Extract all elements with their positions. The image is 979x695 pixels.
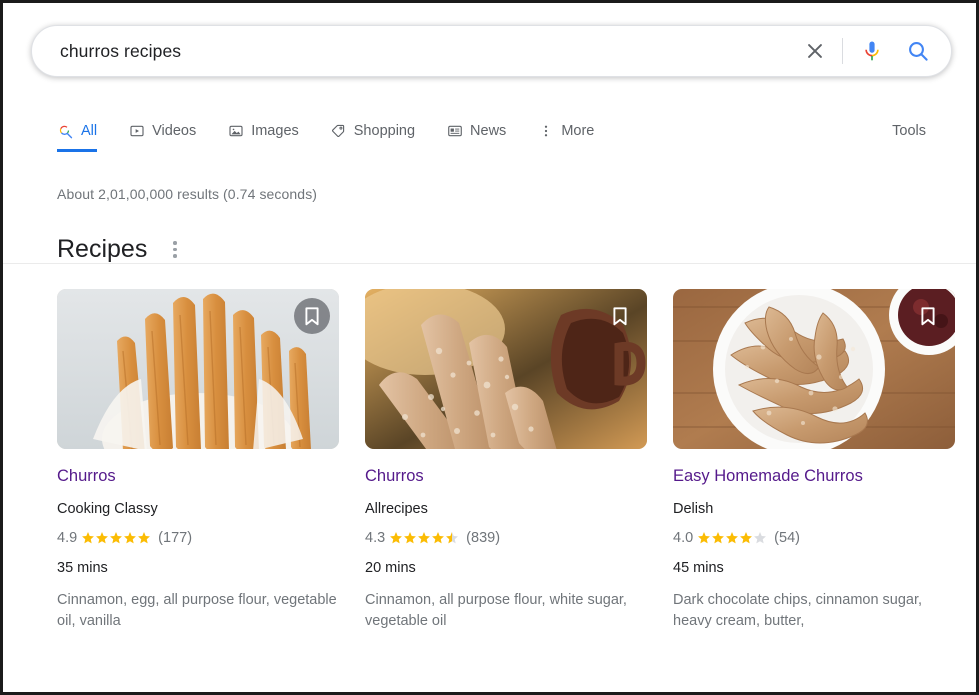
star-rating	[81, 531, 151, 545]
browser-screenshot-frame: churros recipes All Videos Images Shoppi…	[0, 0, 979, 695]
recipe-image[interactable]	[365, 289, 647, 449]
review-count: (839)	[466, 529, 501, 546]
recipe-source: Allrecipes	[365, 500, 428, 517]
tab-label: News	[470, 123, 507, 139]
rating-value: 4.9	[57, 529, 78, 546]
search-icon[interactable]	[905, 38, 931, 64]
recipe-ingredients: Cinnamon, all purpose flour, white sugar…	[365, 591, 627, 629]
tab-videos[interactable]: Videos	[128, 110, 196, 152]
recipe-ingredients: Dark chocolate chips, cinnamon sugar, he…	[673, 591, 923, 629]
recipe-title-link[interactable]: Easy Homemade Churros	[673, 466, 955, 487]
recipe-time: 35 mins	[57, 559, 108, 576]
recipe-title-link[interactable]: Churros	[57, 466, 339, 487]
tag-icon	[330, 123, 347, 140]
tab-news[interactable]: News	[446, 110, 506, 152]
google-search-results-page: churros recipes All Videos Images Shoppi…	[3, 3, 976, 692]
google-search-icon	[57, 123, 74, 140]
tools-button[interactable]: Tools	[892, 110, 926, 152]
newspaper-icon	[446, 123, 463, 140]
video-icon	[128, 123, 145, 140]
tab-active-underline	[57, 149, 98, 152]
recipe-time: 20 mins	[365, 559, 416, 576]
bookmark-icon[interactable]	[602, 298, 638, 334]
search-bar[interactable]: churros recipes	[31, 25, 952, 77]
tab-label: Images	[251, 123, 299, 139]
rating-value: 4.3	[365, 529, 386, 546]
recipe-rating: 4.9 (177)	[57, 530, 339, 546]
search-tabs: All Videos Images Shopping News More Too…	[3, 110, 976, 264]
recipes-section-header: Recipes	[57, 235, 181, 264]
tab-images[interactable]: Images	[227, 110, 299, 152]
rating-value: 4.0	[673, 529, 694, 546]
star-rating	[697, 531, 767, 545]
review-count: (177)	[158, 529, 193, 546]
tab-shopping[interactable]: Shopping	[330, 110, 415, 152]
recipe-time: 45 mins	[673, 559, 724, 576]
tab-label: Shopping	[353, 123, 416, 139]
kebab-menu-icon[interactable]	[169, 237, 181, 262]
recipe-cards-row: Churros Cooking Classy 4.9 (177) 35 mins…	[57, 289, 957, 631]
recipe-image[interactable]	[673, 289, 955, 449]
tab-label: Videos	[152, 123, 197, 139]
bookmark-icon[interactable]	[294, 298, 330, 334]
result-stats: About 2,01,00,000 results (0.74 seconds)	[57, 186, 318, 202]
recipe-rating: 4.0 (54)	[673, 530, 955, 546]
star-rating	[389, 531, 459, 545]
recipe-source: Cooking Classy	[57, 500, 158, 517]
image-icon	[227, 123, 244, 140]
microphone-icon[interactable]	[859, 38, 885, 64]
bookmark-icon[interactable]	[910, 298, 946, 334]
tab-label: More	[561, 123, 595, 139]
search-input[interactable]: churros recipes	[60, 41, 802, 62]
recipe-title-link[interactable]: Churros	[365, 466, 647, 487]
kebab-menu-icon	[537, 123, 554, 140]
tab-more[interactable]: More	[537, 110, 594, 152]
tab-all[interactable]: All	[57, 110, 98, 152]
recipe-rating: 4.3 (839)	[365, 530, 647, 546]
recipe-card[interactable]: Easy Homemade Churros Delish 4.0 (54) 45…	[673, 289, 955, 631]
recipe-source: Delish	[673, 500, 714, 517]
recipe-image[interactable]	[57, 289, 339, 449]
review-count: (54)	[774, 529, 800, 546]
recipe-card[interactable]: Churros Allrecipes 4.3 (839) 20 mins Cin…	[365, 289, 647, 631]
tab-label: All	[81, 123, 98, 139]
close-icon[interactable]	[802, 38, 828, 64]
page-title: Recipes	[57, 235, 148, 263]
recipe-ingredients: Cinnamon, egg, all purpose flour, vegeta…	[57, 591, 337, 629]
recipe-card[interactable]: Churros Cooking Classy 4.9 (177) 35 mins…	[57, 289, 339, 631]
searchbar-divider	[842, 38, 843, 64]
